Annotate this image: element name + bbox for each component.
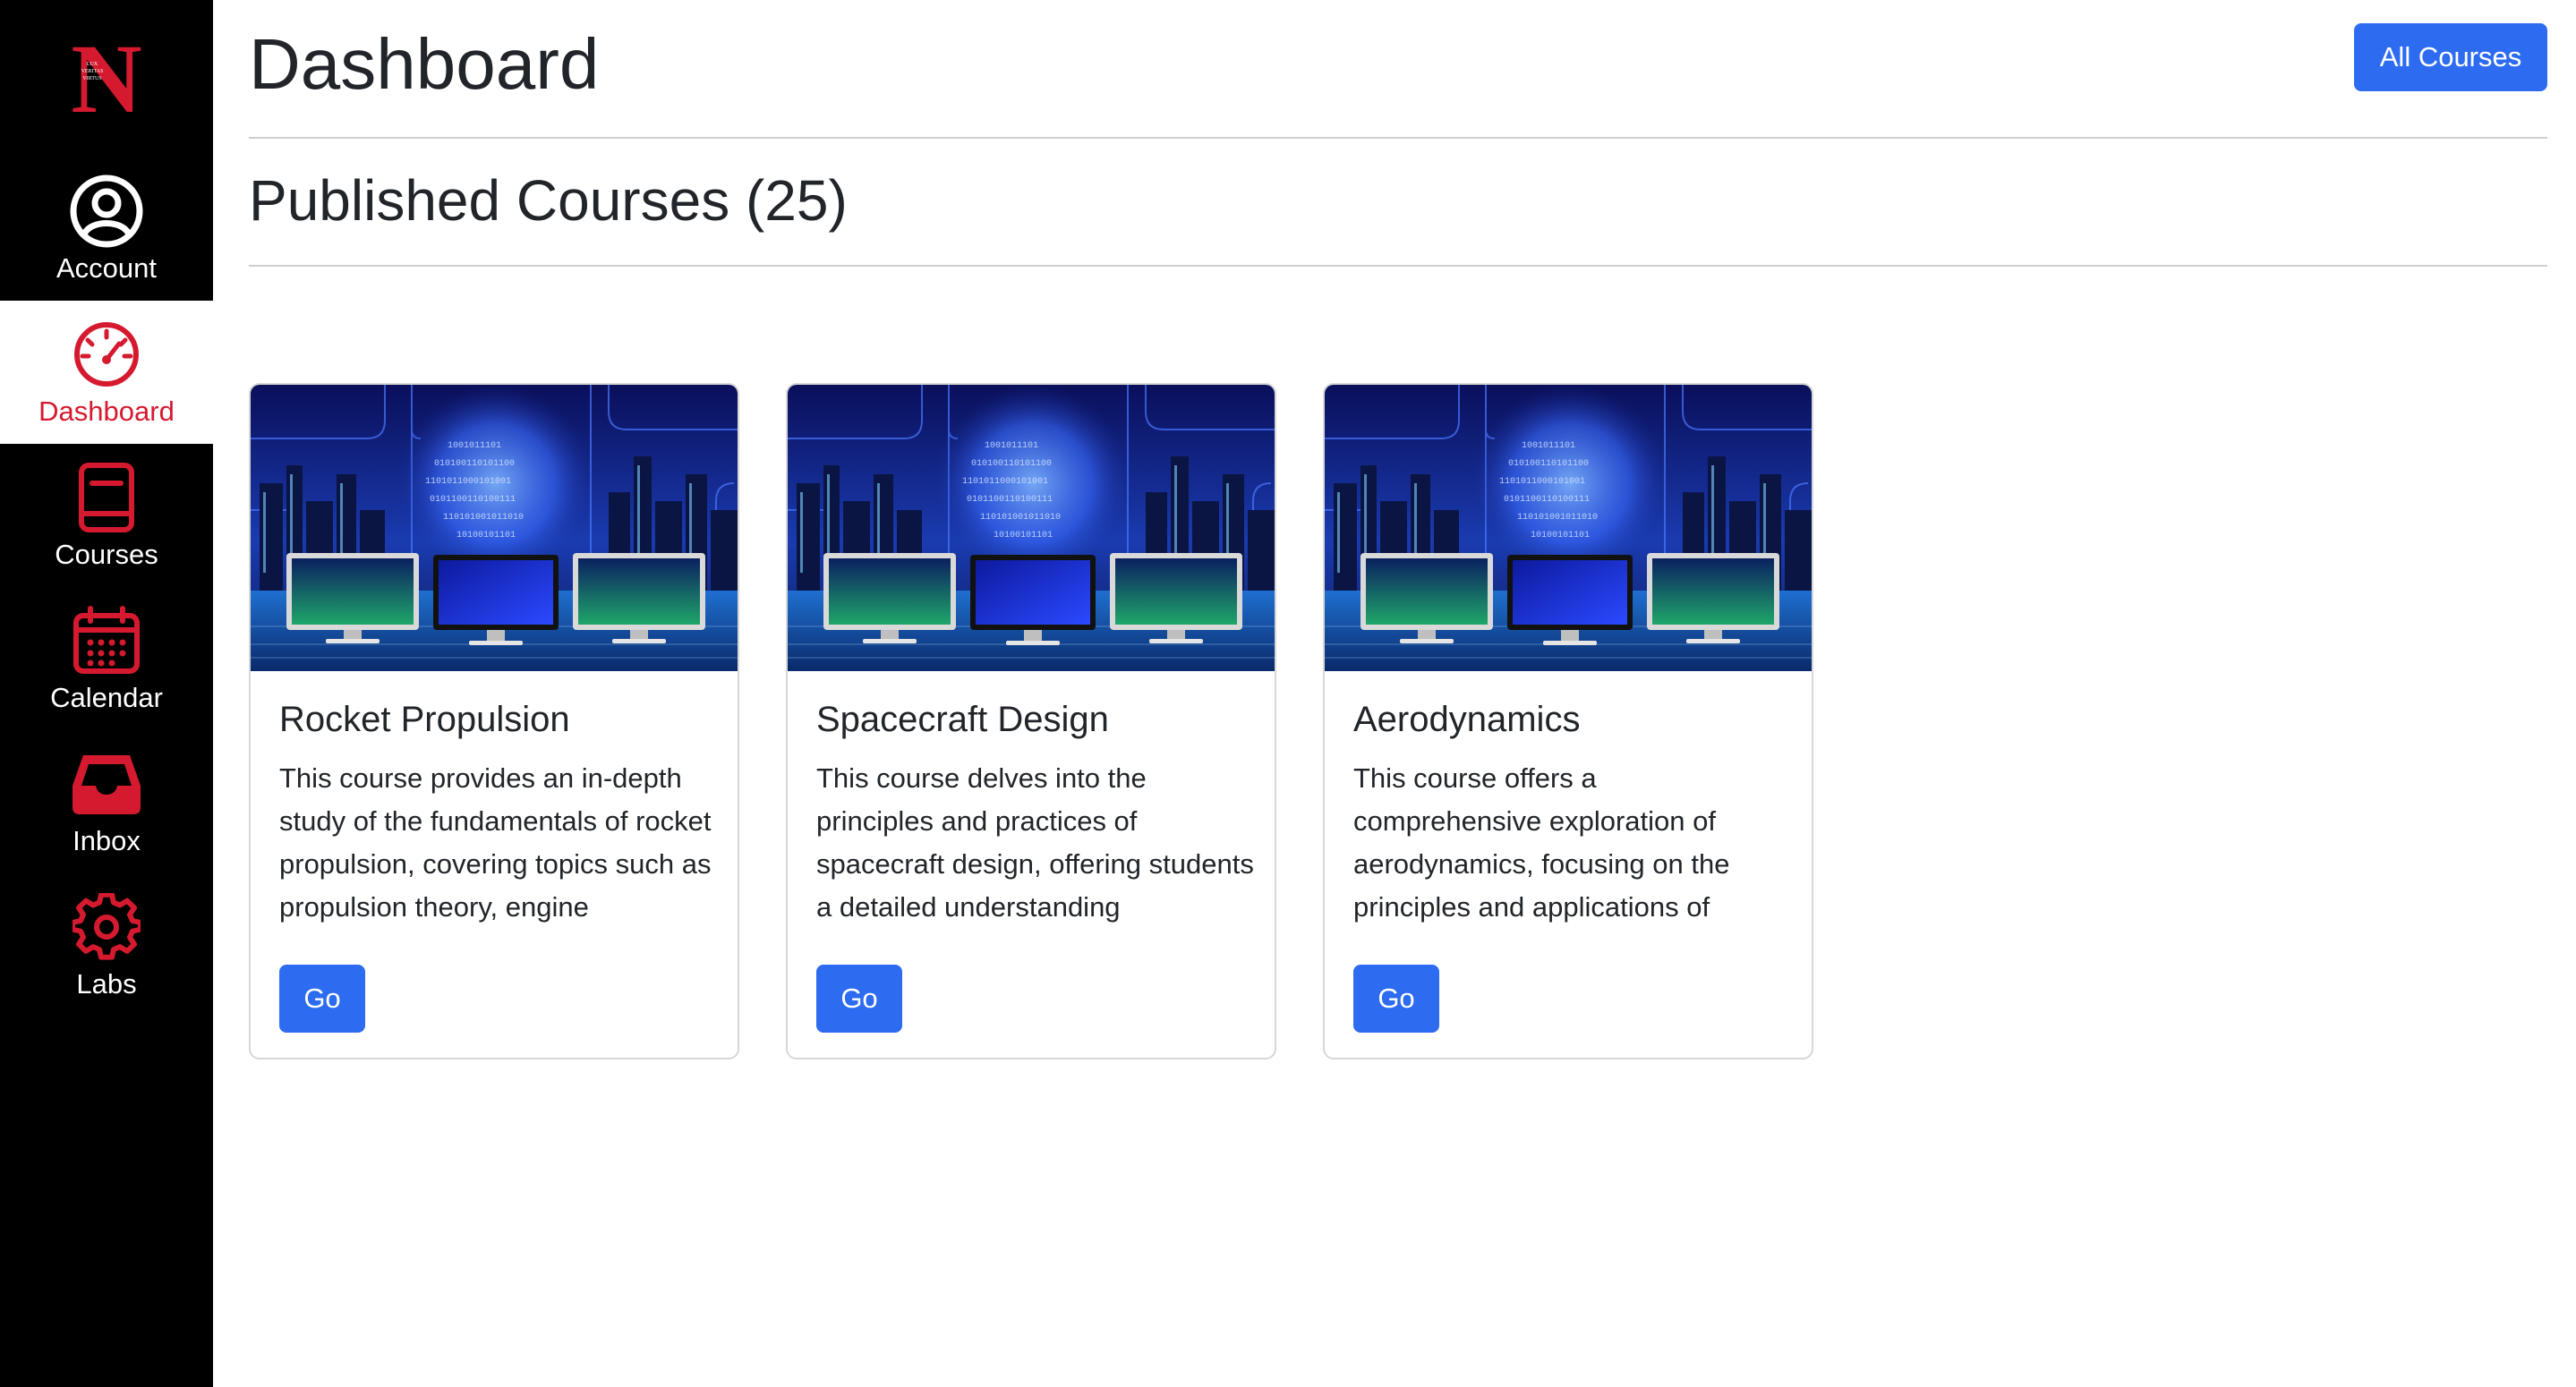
course-description: This course offers a comprehensive explo… [1353,762,1730,923]
inbox-tray-icon [69,746,144,821]
sidebar-item-inbox[interactable]: Inbox [0,730,213,873]
course-title[interactable]: Rocket Propulsion [279,698,570,741]
sidebar-item-labs[interactable]: Labs [0,873,213,1017]
sidebar-item-label: Account [55,252,157,284]
divider [249,265,2547,267]
svg-text:LUX: LUX [87,62,98,67]
course-image[interactable] [1325,385,1812,671]
course-title[interactable]: Spacecraft Design [816,698,1109,741]
course-card[interactable]: Aerodynamics This course offers a compre… [1323,383,1813,1059]
svg-text:N: N [71,33,141,119]
gear-icon [69,889,144,965]
sidebar-item-label: Calendar [50,682,163,713]
sidebar-item-label: Courses [55,539,158,570]
university-logo[interactable]: N LUX VERITAS VIRTUS [0,18,213,134]
sidebar-item-account[interactable]: Account [0,157,213,301]
svg-text:VIRTUS: VIRTUS [82,76,101,81]
course-card[interactable]: Rocket Propulsion This course provides a… [249,383,739,1059]
logo-n-icon: N LUX VERITAS VIRTUS [71,33,141,119]
course-image-graphic [251,385,738,671]
course-image-graphic [1325,385,1812,671]
course-image[interactable] [788,385,1275,671]
course-description: This course provides an in-depth study o… [279,762,712,923]
speedometer-icon [69,317,144,392]
sidebar: N LUX VERITAS VIRTUS Account Dashboard C… [0,0,213,1387]
course-card-list: Rocket Propulsion This course provides a… [249,383,2547,1063]
go-button[interactable]: Go [816,965,902,1033]
sidebar-item-calendar[interactable]: Calendar [0,587,213,730]
divider [249,137,2547,139]
go-button[interactable]: Go [279,965,365,1033]
course-card[interactable]: Spacecraft Design This course delves int… [786,383,1276,1059]
course-description: This course delves into the principles a… [816,762,1254,923]
user-circle-icon [69,174,144,249]
course-image-graphic [788,385,1275,671]
sidebar-item-label: Dashboard [38,396,175,427]
sidebar-item-label: Labs [76,968,137,1000]
sidebar-item-courses[interactable]: Courses [0,444,213,587]
sidebar-item-dashboard[interactable]: Dashboard [0,301,213,444]
book-icon [69,460,144,535]
calendar-icon [69,603,144,678]
main-content: Dashboard All Courses Published Courses … [249,0,2547,1387]
course-title[interactable]: Aerodynamics [1353,698,1580,741]
app-root: N LUX VERITAS VIRTUS Account Dashboard C… [0,0,2576,1387]
svg-text:VERITAS: VERITAS [81,69,104,74]
sidebar-item-label: Inbox [73,825,141,856]
all-courses-button[interactable]: All Courses [2354,23,2547,91]
go-button[interactable]: Go [1353,965,1439,1033]
page-title: Dashboard [249,24,600,104]
published-courses-heading: Published Courses (25) [249,168,848,233]
course-image[interactable] [251,385,738,671]
